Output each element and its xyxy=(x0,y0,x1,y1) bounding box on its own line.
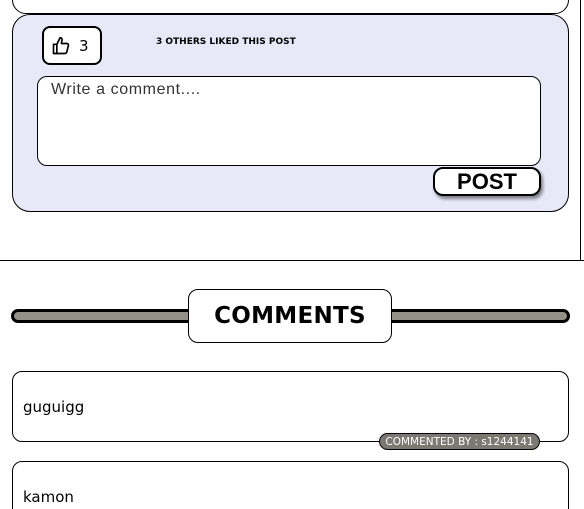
section-divider xyxy=(0,260,584,261)
thumbs-up-icon xyxy=(52,36,70,54)
like-button[interactable]: 3 xyxy=(42,26,102,65)
comments-heading-box: COMMENTS xyxy=(188,289,392,343)
like-count: 3 xyxy=(79,36,89,55)
comment-text: guguigg xyxy=(23,398,85,416)
comment-card: guguigg COMMENTED BY : s1244141 xyxy=(12,371,569,450)
previous-post-card xyxy=(12,0,569,14)
comment-author-badge: COMMENTED BY : s1244141 xyxy=(379,433,540,450)
comments-heading: COMMENTS xyxy=(214,303,366,329)
comment-card: kamon xyxy=(12,461,569,509)
comment-text: kamon xyxy=(23,488,74,506)
likes-summary: 3 OTHERS LIKED THIS POST xyxy=(156,37,296,47)
post-comment-button[interactable]: POST xyxy=(433,167,541,196)
comment-input[interactable] xyxy=(37,76,541,166)
post-interaction-panel: 3 3 OTHERS LIKED THIS POST POST xyxy=(12,14,569,212)
post-border-right xyxy=(580,0,581,260)
